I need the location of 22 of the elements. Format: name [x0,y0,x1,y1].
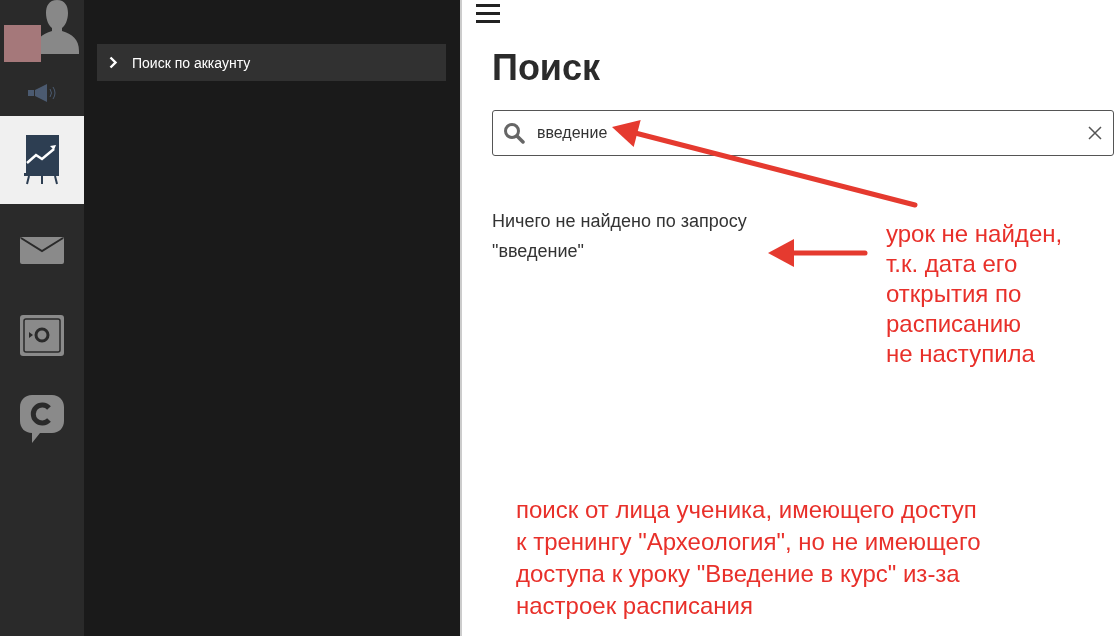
annotation-text: настроек расписания [516,591,754,621]
safe-icon[interactable] [20,314,64,358]
annotation-text: т.к. дата его [886,249,1019,279]
annotation-text: расписанию [886,309,1023,339]
page-title: Поиск [492,46,602,90]
easel-chart-icon[interactable] [24,135,60,185]
annotation-text: поиск от лица ученика, имеющего доступ [516,495,978,525]
search-field[interactable]: введение [492,110,1114,156]
chat-bubble-icon[interactable] [20,395,64,443]
search-icon [503,122,525,144]
envelope-icon[interactable] [20,236,64,264]
close-icon[interactable] [1088,126,1102,140]
account-search-item[interactable]: Поиск по аккаунту [97,44,446,81]
selected-nav-item[interactable] [0,116,84,204]
menu-icon[interactable] [476,3,500,23]
annotation-text: к тренингу "Археология", но не имеющего [516,527,981,557]
annotation-text: доступа к уроку "Введение в курс" из-за [516,559,961,589]
annotation-text: урок не найден, [886,219,1063,249]
annotation-text: не наступила [886,339,1036,369]
chevron-right-icon [109,56,118,69]
no-results-message: Ничего не найдено по запросу "введение" [492,210,748,263]
annotation-text: открытия по [886,279,1023,309]
